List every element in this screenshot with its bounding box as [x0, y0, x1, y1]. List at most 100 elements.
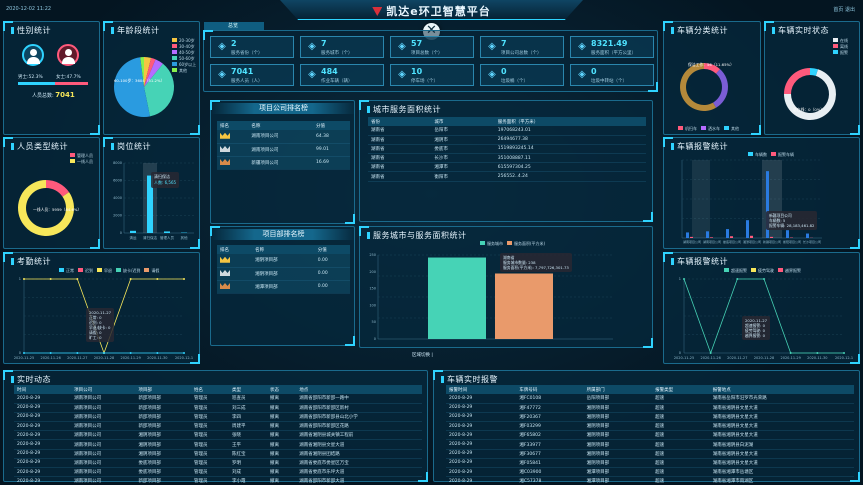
data-point: [76, 352, 79, 354]
cell: 湖南项目公司: [71, 421, 136, 432]
post-bar: [164, 231, 170, 233]
cell: 罗明: [228, 458, 267, 469]
legend-swatch: [724, 126, 729, 130]
cell: 湖南项目公司: [71, 449, 136, 459]
tooltip-line: 越界报警: 0: [745, 333, 766, 338]
region-switch[interactable]: 区域切换 |: [412, 352, 433, 358]
y-tick-label: 4000: [113, 196, 122, 200]
x-tick-label: 衡阳项目公司: [783, 239, 801, 244]
fault-bar-车辆数: [686, 232, 689, 238]
legend-label: 报警: [840, 50, 848, 55]
staff-type-label: 一线人员：5959（84.6%）: [33, 207, 82, 212]
legend-label: 60岁以上: [179, 62, 197, 67]
staff-type-legend: 管理人员 一线人员: [70, 153, 97, 165]
cell: 2020-8-29: [446, 458, 517, 469]
cell: 351008887.11: [494, 153, 646, 164]
column-header: 省份: [368, 117, 432, 126]
legend-item: 机扫车: [678, 126, 697, 131]
table-row: 2020-8-29 湘C57378 湘潭项目部 超速 湖南省湘潭市雨湖区: [446, 476, 854, 485]
cell: 湘F05841: [516, 458, 584, 469]
y-tick-label: 8000: [113, 161, 122, 165]
column-header: 报警地点: [709, 385, 854, 394]
x-tick-label: 2020-11-26: [40, 356, 60, 360]
name-cell: 湘阴项目部: [252, 254, 315, 268]
x-tick-label: 清运: [130, 235, 137, 240]
x-tick-label: 娄底项目公司: [723, 239, 741, 244]
dept-rank-panel: 项目部排名榜 排名 名称 分值 湘阴项目部 0.00 湘阴项目部 0.00 湘潭项目部 0.00: [210, 226, 356, 346]
column-header: 车牌号码: [516, 385, 584, 394]
table-row: 2020-8-29 湘F47772 湘阴项目部 超速 湖南省湘阴县文星大道: [446, 403, 854, 413]
cell: 超速: [652, 467, 710, 478]
cell: 长沙市: [431, 153, 495, 164]
stat-value: 57: [411, 39, 423, 48]
column-header: 分值: [314, 245, 350, 254]
post-panel: 岗位统计 清运 清扫保洁 管理人员 其他 0 2000 4000 6000 8000 清扫保洁人…: [103, 137, 200, 249]
x-tick-label: 湖南项目公司: [703, 239, 721, 244]
data-point: [709, 352, 712, 354]
cell: 湘潭项目部: [583, 467, 653, 478]
table-header: 排名 名称 分值: [217, 121, 350, 130]
city-bar-chart: 0 50 100 150 200 250: [369, 253, 613, 341]
legend-swatch: [172, 38, 177, 42]
data-point: [23, 352, 25, 354]
cell: 湖南省: [368, 162, 432, 173]
rank-cell: [217, 267, 253, 281]
stat-value: 7: [321, 39, 327, 48]
cell: 湘阴项目部: [135, 439, 191, 450]
column-header: 报警类型: [652, 385, 710, 394]
legend-label: 洒水车: [708, 126, 720, 131]
cell: 湖南省: [368, 171, 432, 182]
column-header: 名称: [252, 245, 315, 254]
column-header: 项目公司: [71, 385, 136, 394]
header-links[interactable]: 首页 退出: [833, 6, 855, 13]
cell: 湖南省邵阳市新邵区花路: [296, 421, 422, 432]
table-row: 湖南省 湘潭市 615597304.25: [368, 162, 646, 173]
bin-icon: ◈: [398, 69, 406, 80]
stats-panel: ◈ 2 服务省份（个） ◈ 7 服务城市（个） ◈ 57 项目总数（个） ◈ 7 项目公司总数（个） ◈…: [203, 30, 658, 92]
legend-label: 20-30岁: [179, 38, 195, 43]
cell: 湖南省邵阳市新邵一路中: [296, 394, 422, 404]
cell: 管理员: [190, 403, 229, 413]
table-row: 2020-8-29 湘F30677 湘阴项目部 超速 湖南省湘阴县文星大道: [446, 449, 854, 459]
post-bar-chart: 清运 清扫保洁 管理人员 其他 0 2000 4000 6000 8000: [113, 161, 194, 240]
x-tick-label: 2020-11-27: [67, 356, 87, 360]
name-cell: 湘阴项目部: [252, 267, 315, 281]
cell: 娄底项目部: [135, 458, 191, 469]
cell: 超速: [652, 412, 710, 423]
y-tick-label: 6000: [113, 179, 122, 183]
cell: 湖南省湘阴县文星大道: [296, 439, 422, 450]
legend-swatch: [833, 38, 838, 42]
name-cell: 湖南项目公司: [248, 143, 313, 157]
legend-item: 洒水车: [701, 126, 720, 131]
attendance-tooltip: 2020-11-27 正常: 0 迟到: 0 早退/缺卡: 0 请假: 0 旷工: 0: [86, 308, 115, 342]
data-point: [103, 352, 105, 354]
stat-label: 服务城市（个）: [321, 51, 353, 56]
cell: 超速: [652, 449, 710, 459]
legend-swatch: [678, 126, 683, 130]
score-cell: 16.69: [312, 156, 350, 170]
legend-item: 报警: [833, 50, 848, 56]
table-row: 2020-8-29 湖南项目公司 湘阴项目部 管理员 张晓 撤离 湖南省湘阴县城关镇工程前: [14, 430, 422, 441]
x-tick-label: 其他: [181, 235, 188, 240]
cell: 2020-8-29: [446, 412, 517, 423]
column-header: 所属部门: [583, 385, 653, 394]
y-tick-label: 100: [369, 303, 376, 307]
y-tick-label: 0: [679, 351, 681, 355]
cell: 湘F33977: [516, 439, 584, 450]
score-cell: 0.00: [314, 280, 350, 294]
realtime-table: 时间 项目公司 项目部 姓名 类型 状态 地点 2020-8-29 湖南项目公司 新邵项目部 管理员…: [14, 385, 422, 485]
car-realtime-table: 报警时间 车牌号码 所属部门 报警类型 报警地点 2020-8-29 湘FC0108 岳阳项目…: [446, 385, 854, 485]
cell: 管理员: [190, 458, 229, 469]
legend-swatch: [701, 126, 706, 130]
cell: 湘阴项目部: [583, 439, 653, 450]
cell: 256552..4.24: [494, 171, 646, 182]
stat-card: ◈ 8321.49 服务面积（平方公里）: [570, 36, 654, 58]
legend-label: 其他: [179, 68, 187, 73]
cell: 超速: [652, 394, 710, 404]
column-header: 城市: [431, 117, 495, 126]
stat-value: 0: [591, 67, 597, 76]
panel-title: 城市服务面积统计: [367, 104, 441, 115]
table-row: 湘阴项目部 0.00: [217, 254, 350, 268]
cell: 湖南省邵阳市新邵区新村: [296, 403, 422, 413]
stat-value: 7: [501, 39, 507, 48]
